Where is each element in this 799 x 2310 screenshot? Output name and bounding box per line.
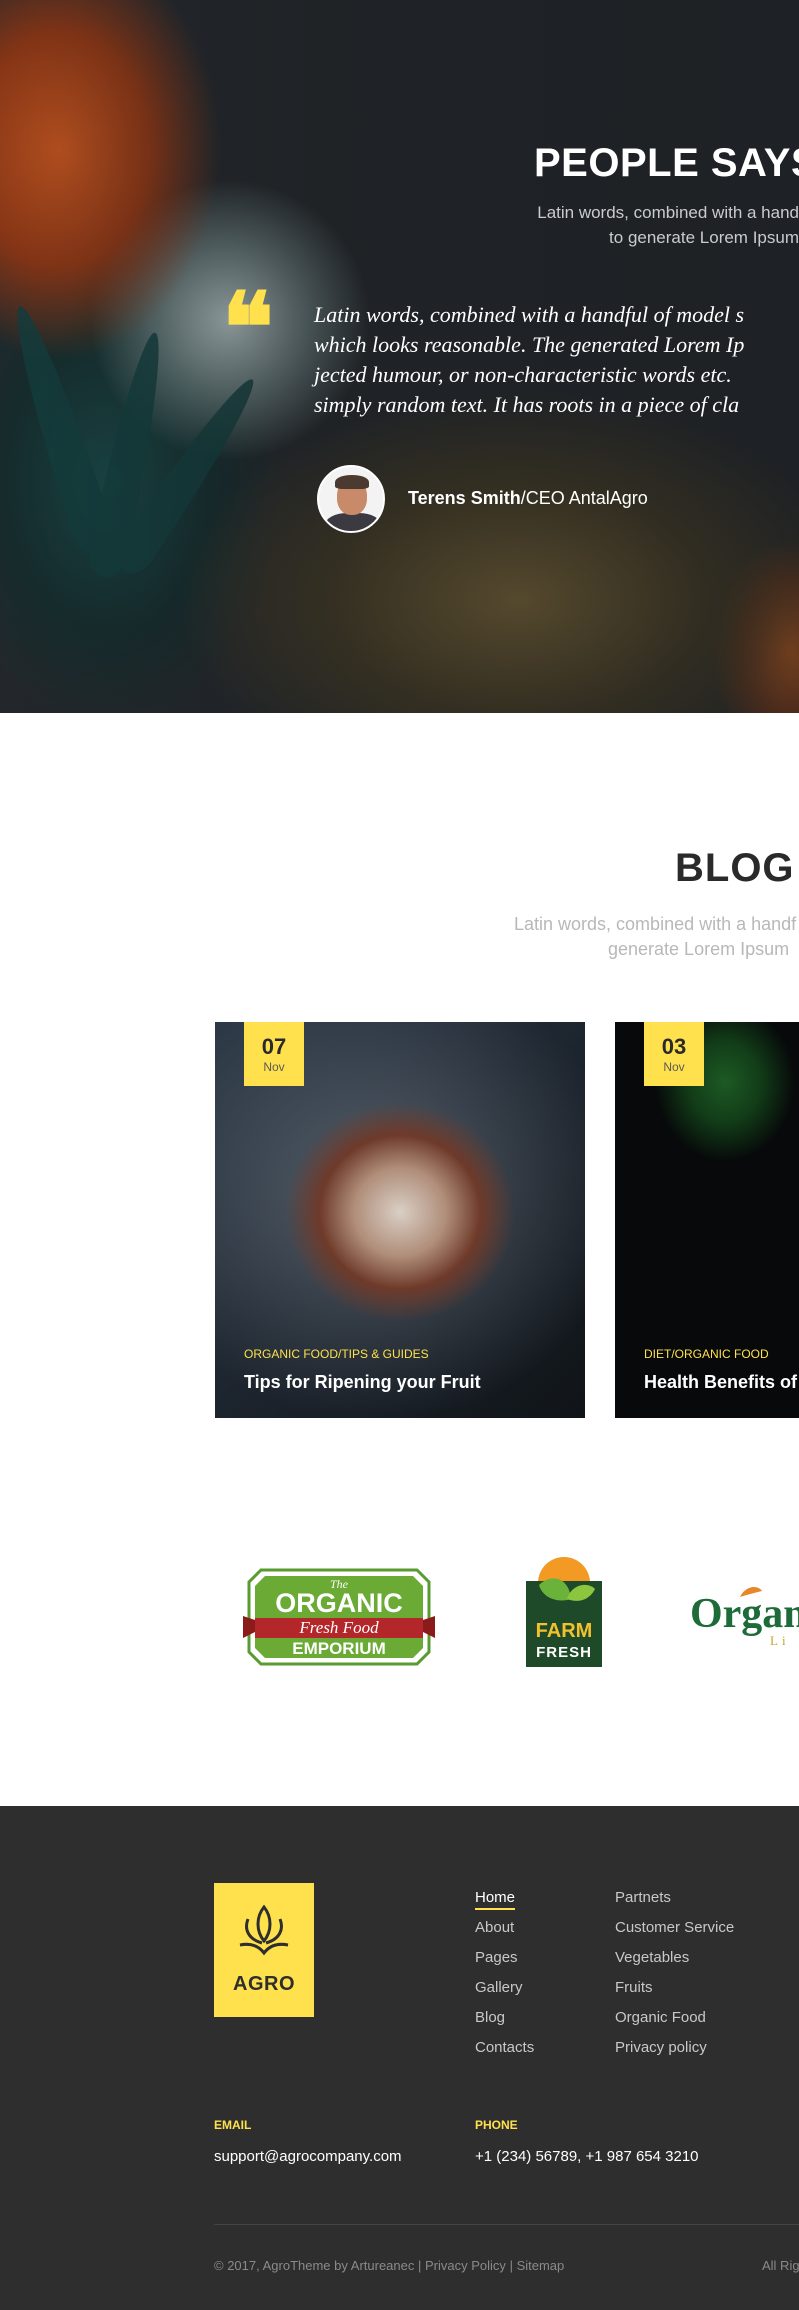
post-title[interactable]: Health Benefits of [644,1372,797,1393]
footer-link-privacy-policy[interactable]: Privacy policy [615,2033,734,2063]
farm-fresh-logo[interactable]: FARM FRESH [525,1555,603,1668]
organic-life-small: Li [770,1633,790,1648]
author-name: Terens Smith [408,488,521,508]
testimonial-subtitle: Latin words, combined with a hand to gen… [479,200,799,250]
farm-text: FARM [536,1620,593,1642]
testimonial-quote: Latin words, combined with a handful of … [314,300,799,420]
organic-emporium-logo[interactable]: The ORGANIC Fresh Food EMPORIUM [243,1566,435,1668]
plant-icon [239,1904,289,1956]
email-label: EMAIL [214,2118,252,2132]
blog-card[interactable]: 03 Nov DIET/ORGANIC FOOD Health Benefits… [615,1022,799,1418]
footer-link-pages[interactable]: Pages [475,1943,534,1973]
footer-link-customer-service[interactable]: Customer Service [615,1913,734,1943]
sitemap-link[interactable]: Sitemap [517,2258,565,2273]
footer: AGRO Home About Pages Gallery Blog Conta… [0,1806,799,2310]
quote-line: simply random text. It has roots in a pi… [314,392,740,417]
organic-banner-text: Fresh Food [298,1618,379,1637]
logo-text: AGRO [233,1973,295,1995]
blog-card[interactable]: 07 Nov ORGANIC FOOD/TIPS & GUIDES Tips f… [215,1022,585,1418]
phone-value[interactable]: +1 (234) 56789, +1 987 654 3210 [475,2148,699,2165]
footer-link-organic-food[interactable]: Organic Food [615,2003,734,2033]
date-month: Nov [263,1060,285,1074]
date-badge: 07 Nov [244,1022,304,1086]
footer-menu-secondary: Partnets Customer Service Vegetables Fru… [615,1883,734,2063]
footer-link-fruits[interactable]: Fruits [615,1973,734,2003]
footer-link-partnets[interactable]: Partnets [615,1883,734,1913]
testimonial-subtitle-line: Latin words, combined with a hand [537,203,799,222]
footer-logo[interactable]: AGRO [214,1883,314,2017]
organic-life-text: Organ [690,1591,799,1637]
privacy-policy-link[interactable]: Privacy Policy [425,2258,506,2273]
footer-link-blog[interactable]: Blog [475,2003,534,2033]
copyright-text: © 2017, AgroTheme by Artureanec [214,2258,415,2273]
footer-link-about[interactable]: About [475,1913,534,1943]
organic-title-text: ORGANIC [275,1588,403,1618]
quote-line: Latin words, combined with a handful of … [314,302,745,327]
rights-text: All Rig [762,2258,799,2273]
footer-link-contacts[interactable]: Contacts [475,2033,534,2063]
footer-link-home[interactable]: Home [475,1883,534,1913]
quote-icon: ❝ [222,271,274,384]
blog-heading: BLOG [675,846,795,890]
author-role: /CEO AntalAgro [520,488,648,508]
blog-subtitle-line: generate Lorem Ipsum [608,939,790,959]
blog-subtitle-line: Latin words, combined with a handf [514,914,797,934]
copyright: © 2017, AgroTheme by Artureanec | Privac… [214,2258,564,2273]
organic-life-logo[interactable]: Organ Li [688,1579,799,1649]
separator: | [418,2258,422,2273]
footer-menu-main: Home About Pages Gallery Blog Contacts [475,1883,534,2063]
blog-subtitle: Latin words, combined with a handf gener… [514,912,799,962]
quote-line: jected humour, or non-characteristic wor… [314,362,732,387]
author-credit: Terens Smith/CEO AntalAgro [408,488,648,509]
date-day: 03 [661,1034,687,1059]
date-badge: 03 Nov [644,1022,704,1086]
author-avatar [317,465,385,533]
testimonial-subtitle-line: to generate Lorem Ipsum [609,228,799,247]
footer-divider [214,2224,799,2225]
email-value[interactable]: support@agrocompany.com [214,2148,402,2165]
organic-bottom-text: EMPORIUM [292,1639,386,1658]
footer-link-gallery[interactable]: Gallery [475,1973,534,2003]
fresh-text: FRESH [536,1644,592,1661]
date-day: 07 [261,1034,287,1059]
footer-link-vegetables[interactable]: Vegetables [615,1943,734,1973]
post-category[interactable]: ORGANIC FOOD/TIPS & GUIDES [244,1347,429,1361]
quote-line: which looks reasonable. The generated Lo… [314,332,745,357]
post-category[interactable]: DIET/ORGANIC FOOD [644,1347,769,1361]
date-month: Nov [663,1060,685,1074]
phone-label: PHONE [475,2118,518,2132]
separator: | [509,2258,513,2273]
testimonial-section: PEOPLE SAYS Latin words, combined with a… [0,0,799,713]
post-title[interactable]: Tips for Ripening your Fruit [244,1372,481,1393]
testimonial-heading: PEOPLE SAYS [534,141,799,185]
